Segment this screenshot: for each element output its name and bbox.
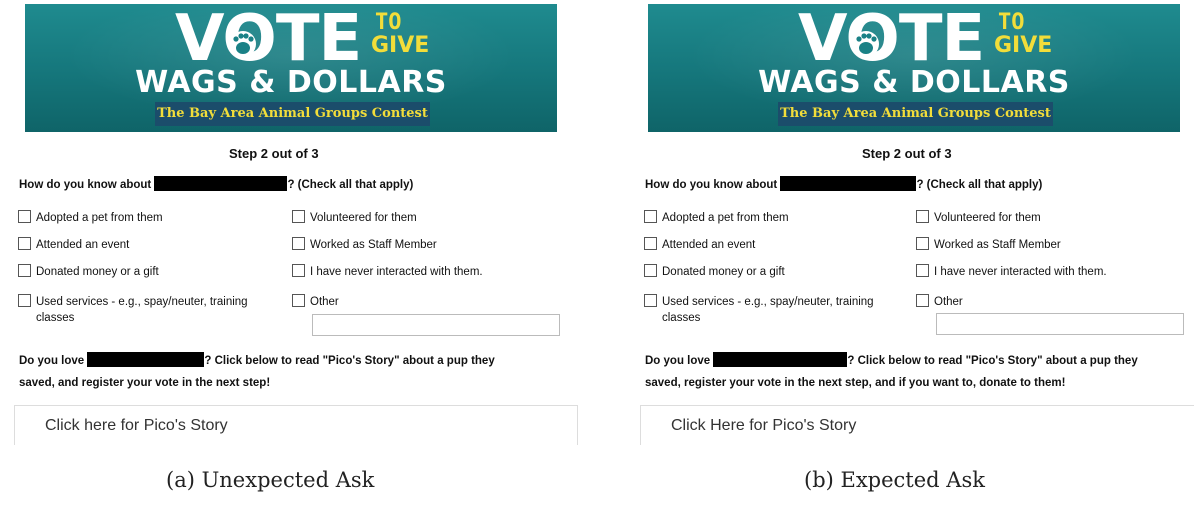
checkbox[interactable] bbox=[18, 210, 31, 223]
contest-banner: VOTE TO GIVE WAGS & DOLLARS The Bay Area… bbox=[648, 4, 1180, 132]
checkbox[interactable] bbox=[916, 210, 929, 223]
checkbox[interactable] bbox=[292, 264, 305, 277]
option-volunteered[interactable]: Volunteered for them bbox=[292, 210, 417, 224]
banner-wags-text: WAGS & DOLLARS bbox=[135, 65, 447, 100]
checkbox[interactable] bbox=[916, 264, 929, 277]
option-other[interactable]: Other bbox=[292, 294, 339, 308]
checkbox[interactable] bbox=[916, 294, 929, 307]
panel-expected-ask: VOTE TO GIVE WAGS & DOLLARS The Bay Area… bbox=[636, 0, 1194, 445]
question-before: How do you know about bbox=[19, 179, 152, 191]
story-button[interactable]: Click here for Pico's Story bbox=[14, 405, 578, 445]
love-prompt: Do you love ? Click below to read "Pico'… bbox=[645, 350, 1138, 394]
option-donated[interactable]: Donated money or a gift bbox=[18, 264, 159, 278]
checkbox[interactable] bbox=[644, 210, 657, 223]
checkbox[interactable] bbox=[18, 264, 31, 277]
other-text-input[interactable] bbox=[936, 313, 1184, 335]
option-never-interacted[interactable]: I have never interacted with them. bbox=[292, 264, 483, 278]
checkbox[interactable] bbox=[644, 237, 657, 250]
option-adopted[interactable]: Adopted a pet from them bbox=[644, 210, 789, 224]
question-after: ? (Check all that apply) bbox=[916, 179, 1043, 191]
redacted-org-name bbox=[780, 176, 917, 191]
step-indicator: Step 2 out of 3 bbox=[229, 146, 319, 161]
banner-to-text: TO bbox=[375, 10, 402, 35]
redacted-org-name bbox=[154, 176, 288, 191]
redacted-org-name bbox=[713, 352, 848, 367]
caption-b: (b) Expected Ask bbox=[804, 468, 985, 492]
question-before: How do you know about bbox=[645, 179, 778, 191]
option-donated[interactable]: Donated money or a gift bbox=[644, 264, 785, 278]
option-used-services[interactable]: Used services - e.g., spay/neuter, train… bbox=[644, 294, 919, 326]
redacted-org-name bbox=[87, 352, 205, 367]
option-attended[interactable]: Attended an event bbox=[18, 237, 129, 251]
question-text: How do you know about ? (Check all that … bbox=[645, 176, 1042, 191]
banner-give-text: GIVE bbox=[371, 33, 430, 58]
banner-give-text: GIVE bbox=[994, 33, 1053, 58]
option-never-interacted[interactable]: I have never interacted with them. bbox=[916, 264, 1107, 278]
checkbox[interactable] bbox=[292, 210, 305, 223]
option-volunteered[interactable]: Volunteered for them bbox=[916, 210, 1041, 224]
option-staff-member[interactable]: Worked as Staff Member bbox=[292, 237, 437, 251]
step-indicator: Step 2 out of 3 bbox=[862, 146, 952, 161]
banner-contest-strip: The Bay Area Animal Groups Contest bbox=[778, 102, 1053, 126]
checkbox[interactable] bbox=[292, 294, 305, 307]
checkbox[interactable] bbox=[18, 294, 31, 307]
question-text: How do you know about ? (Check all that … bbox=[19, 176, 413, 191]
love-prompt: Do you love ? Click below to read "Pico'… bbox=[19, 350, 495, 394]
option-used-services[interactable]: Used services - e.g., spay/neuter, train… bbox=[18, 294, 293, 326]
banner-contest-strip: The Bay Area Animal Groups Contest bbox=[155, 102, 430, 126]
banner-to-text: TO bbox=[998, 10, 1025, 35]
checkbox[interactable] bbox=[644, 264, 657, 277]
question-after: ? (Check all that apply) bbox=[287, 179, 414, 191]
checkbox[interactable] bbox=[916, 237, 929, 250]
option-staff-member[interactable]: Worked as Staff Member bbox=[916, 237, 1061, 251]
story-button[interactable]: Click Here for Pico's Story bbox=[640, 405, 1194, 445]
option-attended[interactable]: Attended an event bbox=[644, 237, 755, 251]
other-text-input[interactable] bbox=[312, 314, 560, 336]
checkbox[interactable] bbox=[18, 237, 31, 250]
caption-a: (a) Unexpected Ask bbox=[166, 468, 375, 492]
paw-print-icon bbox=[853, 31, 879, 57]
option-adopted[interactable]: Adopted a pet from them bbox=[18, 210, 163, 224]
panel-unexpected-ask: VOTE TO GIVE WAGS & DOLLARS The Bay Area… bbox=[10, 0, 578, 445]
checkbox[interactable] bbox=[644, 294, 657, 307]
checkbox[interactable] bbox=[292, 237, 305, 250]
banner-wags-text: WAGS & DOLLARS bbox=[758, 65, 1070, 100]
contest-banner: VOTE TO GIVE WAGS & DOLLARS The Bay Area… bbox=[25, 4, 557, 132]
option-other[interactable]: Other bbox=[916, 294, 963, 308]
paw-print-icon bbox=[230, 31, 256, 57]
